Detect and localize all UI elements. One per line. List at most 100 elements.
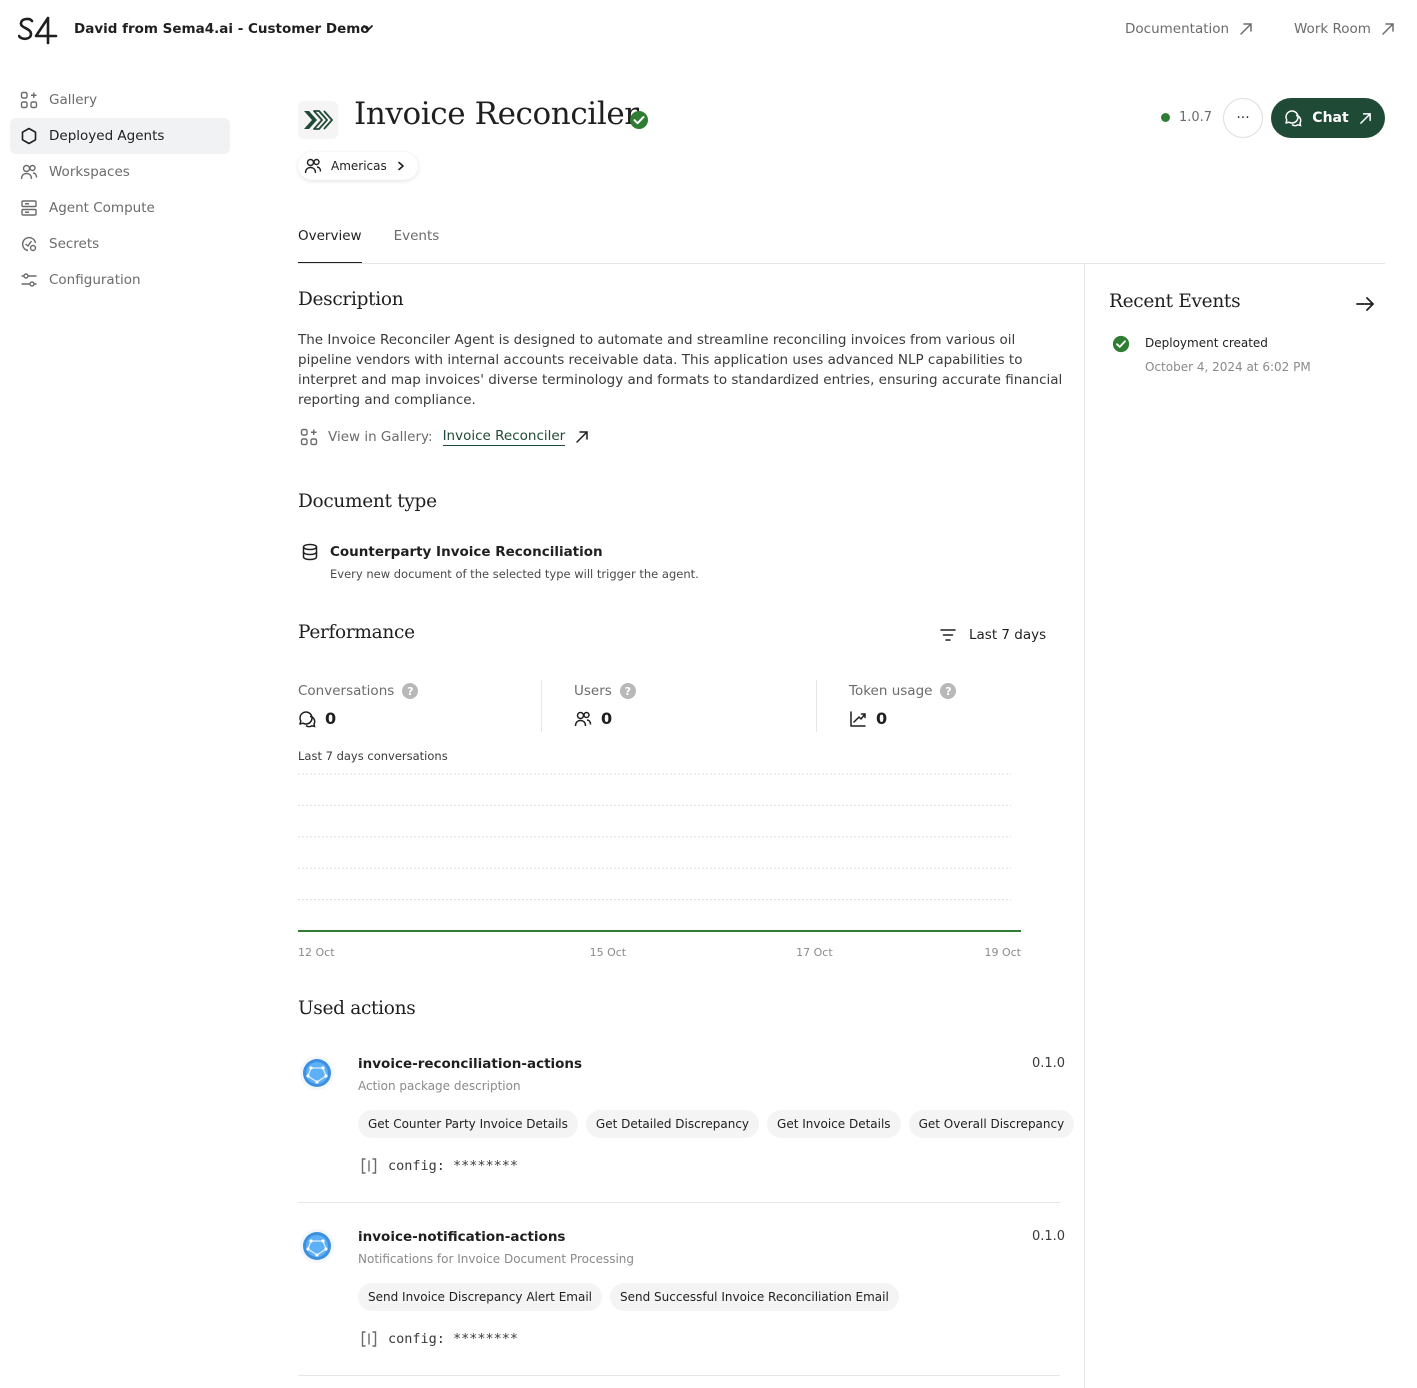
time-range-filter[interactable]: Last 7 days — [940, 627, 1046, 643]
top-bar: David from Sema4.ai - Customer Demo Docu… — [0, 0, 1417, 60]
action-package-name: invoice-reconciliation-actions — [358, 1056, 583, 1072]
metric-label: Conversations — [298, 683, 395, 699]
workspace-breadcrumb[interactable]: Americas — [298, 152, 418, 180]
users-icon — [20, 163, 38, 181]
chat-icon — [298, 710, 316, 728]
tab-bar: Overview Events — [298, 228, 439, 264]
time-range-label: Last 7 days — [969, 627, 1047, 643]
chart-title: Last 7 days conversations — [298, 749, 448, 763]
documentation-link[interactable]: Documentation — [1125, 21, 1253, 37]
help-icon[interactable]: ? — [402, 683, 419, 699]
verified-check-icon — [629, 110, 649, 130]
users-icon — [304, 157, 322, 175]
trend-up-icon — [849, 710, 867, 728]
metric-value: 0 — [325, 709, 337, 728]
action-chip: Get Counter Party Invoice Details — [358, 1110, 578, 1138]
chart-x-tick-label: 17 Oct — [796, 946, 833, 959]
chat-button[interactable]: Chat — [1271, 98, 1385, 138]
workspace-label: Americas — [331, 159, 387, 173]
action-package-name: invoice-notification-actions — [358, 1229, 566, 1245]
sidebar-item-workspaces[interactable]: Workspaces — [10, 154, 230, 190]
metric-label: Users — [574, 683, 612, 699]
chevron-right-icon — [396, 161, 406, 171]
action-package-icon — [298, 1054, 336, 1092]
chart-x-tick-label: 12 Oct — [298, 946, 335, 959]
metric-value: 0 — [876, 709, 888, 728]
grid-plus-icon — [20, 91, 38, 109]
hexagon-icon — [20, 127, 38, 145]
version-label: 1.0.7 — [1179, 110, 1213, 125]
tab-events[interactable]: Events — [394, 228, 440, 264]
filter-icon — [940, 628, 956, 642]
external-link-icon — [1239, 22, 1253, 36]
sidebar-nav: Gallery Deployed Agents Workspaces Agent… — [10, 82, 230, 298]
action-config: config: ******** — [360, 1157, 518, 1175]
metric-label: Token usage — [849, 683, 933, 699]
work-room-link[interactable]: Work Room — [1294, 21, 1395, 37]
event-timestamp: October 4, 2024 at 6:02 PM — [1145, 360, 1311, 374]
chevron-down-icon[interactable] — [362, 22, 374, 34]
action-chip: Get Overall Discrepancy — [908, 1110, 1075, 1138]
action-config: config: ******** — [360, 1330, 518, 1348]
action-chip: Get Detailed Discrepancy — [585, 1110, 760, 1138]
brackets-icon — [360, 1330, 378, 1348]
description-heading: Description — [298, 289, 404, 310]
success-check-icon — [1112, 335, 1130, 353]
users-icon — [574, 710, 592, 728]
sema4-logo[interactable] — [18, 15, 58, 45]
sidebar-item-label: Workspaces — [49, 164, 130, 180]
gallery-link[interactable]: Invoice Reconciler — [442, 428, 566, 446]
sidebar-item-gallery[interactable]: Gallery — [10, 82, 230, 118]
chart-x-tick-label: 15 Oct — [590, 946, 627, 959]
metric-divider — [816, 680, 817, 732]
grid-plus-icon — [300, 428, 318, 446]
database-icon — [301, 543, 319, 561]
used-actions-heading: Used actions — [298, 998, 416, 1019]
action-package-description: Action package description — [358, 1079, 521, 1093]
action-chip: Send Invoice Discrepancy Alert Email — [358, 1283, 602, 1311]
chat-icon — [1284, 109, 1302, 127]
config-value: config: ******** — [388, 1158, 519, 1174]
metric-token-usage: Token usage ? 0 — [849, 683, 957, 728]
work-room-link-label: Work Room — [1294, 21, 1371, 37]
sidebar-item-secrets[interactable]: Secrets — [10, 226, 230, 262]
action-chip: Get Invoice Details — [767, 1110, 901, 1138]
sidebar-item-label: Gallery — [49, 92, 98, 108]
help-icon[interactable]: ? — [619, 683, 636, 699]
external-link-icon[interactable] — [575, 430, 589, 444]
arrow-right-icon[interactable] — [1355, 294, 1375, 314]
external-link-icon — [1359, 112, 1372, 125]
org-switcher-label[interactable]: David from Sema4.ai - Customer Demo — [74, 21, 370, 37]
agent-logo — [298, 101, 338, 139]
sidebar-item-deployed-agents[interactable]: Deployed Agents — [10, 118, 230, 154]
sidebar-item-label: Secrets — [49, 236, 100, 252]
sidebar-item-label: Deployed Agents — [49, 128, 165, 144]
sliders-icon — [20, 271, 38, 289]
metric-users: Users ? 0 — [574, 683, 636, 728]
action-package-version: 0.1.0 — [1032, 1229, 1066, 1244]
tab-overview[interactable]: Overview — [298, 228, 362, 264]
document-type-name: Counterparty Invoice Reconciliation — [330, 544, 603, 560]
description-text: The Invoice Reconciler Agent is designed… — [298, 332, 1063, 408]
status-dot — [1161, 113, 1170, 122]
action-chip: Send Successful Invoice Reconciliation E… — [610, 1283, 899, 1311]
sidebar-item-configuration[interactable]: Configuration — [10, 262, 230, 298]
recent-events-heading: Recent Events — [1109, 291, 1241, 312]
conversations-chart: 12 Oct 15 Oct 17 Oct 19 Oct — [298, 773, 1022, 959]
action-list: Get Counter Party Invoice Details Get De… — [358, 1110, 1075, 1138]
brackets-icon — [360, 1157, 378, 1175]
document-type-heading: Document type — [298, 491, 437, 512]
action-package-icon — [298, 1227, 336, 1265]
metric-divider — [541, 680, 542, 732]
config-value: config: ******** — [388, 1331, 519, 1347]
gallery-reference: View in Gallery: Invoice Reconciler — [300, 428, 589, 446]
help-icon[interactable]: ? — [940, 683, 957, 699]
tab-divider — [298, 263, 1385, 264]
more-options-button[interactable]: ··· — [1223, 98, 1263, 138]
package-divider — [298, 1375, 1060, 1376]
external-link-icon — [1381, 22, 1395, 36]
chat-button-label: Chat — [1312, 110, 1349, 126]
event-name: Deployment created — [1145, 336, 1268, 350]
sidebar-item-agent-compute[interactable]: Agent Compute — [10, 190, 230, 226]
sidebar-item-label: Agent Compute — [49, 200, 155, 216]
